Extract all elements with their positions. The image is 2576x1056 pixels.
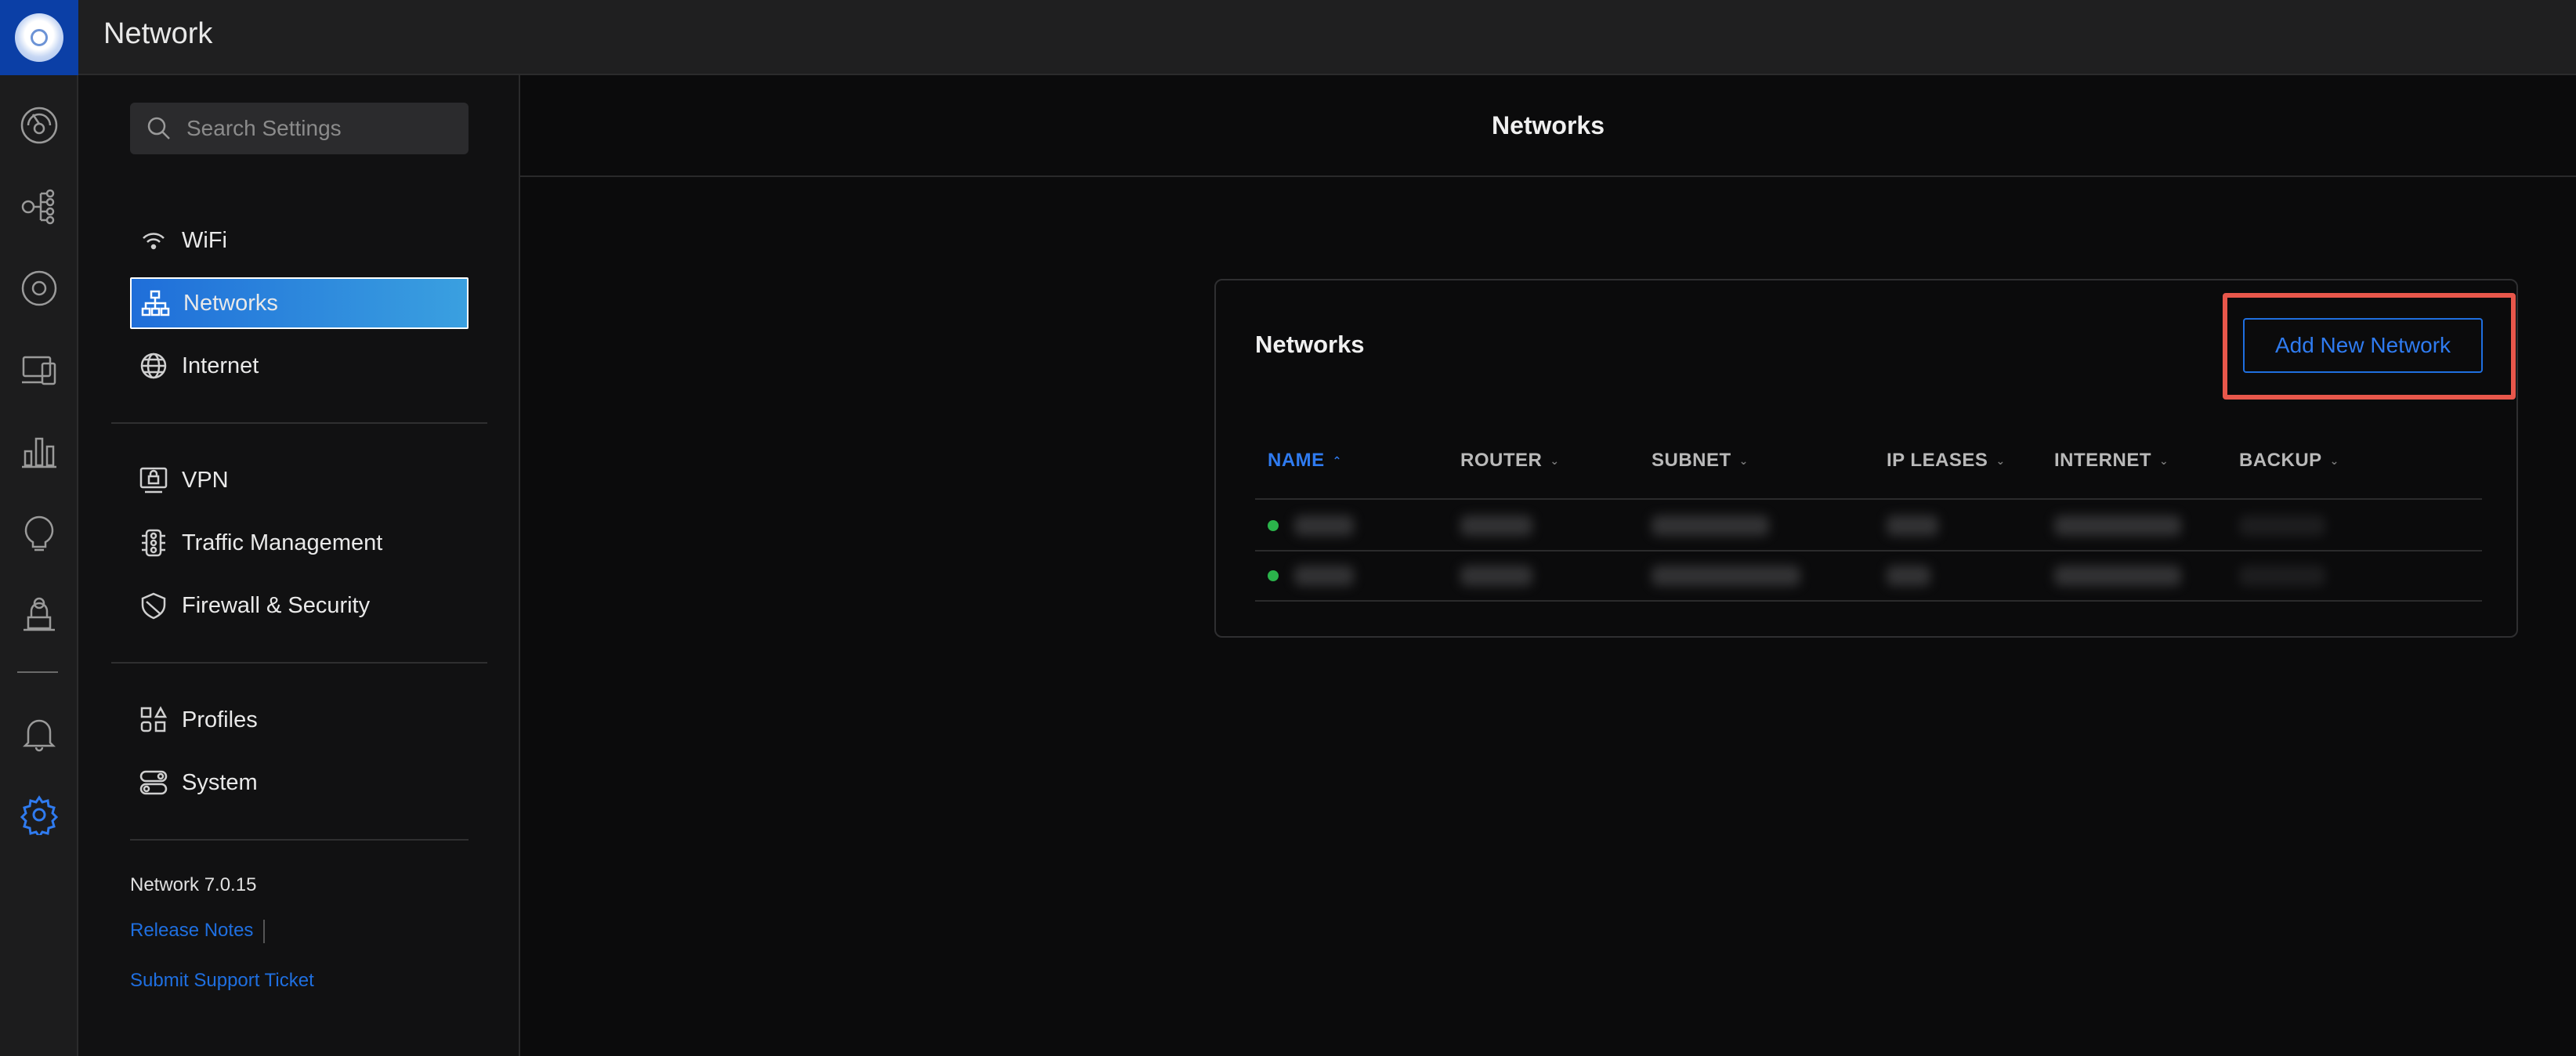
- column-header-label: NAME: [1268, 450, 1325, 471]
- search-icon: [147, 117, 170, 139]
- sidebar-item-internet[interactable]: Internet: [130, 340, 469, 392]
- redacted-name: [1294, 515, 1354, 536]
- table-divider: [1255, 600, 2482, 602]
- statistics-icon[interactable]: [17, 429, 61, 473]
- client-devices-icon[interactable]: [17, 348, 61, 392]
- column-header-label: SUBNET: [1652, 450, 1731, 471]
- sidebar-item-wifi[interactable]: WiFi: [130, 215, 469, 266]
- dashboard-icon[interactable]: [17, 103, 61, 147]
- shield-icon: [138, 590, 169, 621]
- insights-icon[interactable]: [17, 511, 61, 555]
- search-box[interactable]: [130, 103, 469, 154]
- sidebar-divider: [130, 839, 469, 841]
- redacted-ip-leases: [1887, 515, 1938, 536]
- redacted-name: [1294, 566, 1354, 586]
- sort-caret-icon: ⌄: [2329, 454, 2339, 467]
- redacted-ip-leases: [1887, 566, 1930, 586]
- column-header-router[interactable]: ROUTER ⌄: [1460, 450, 1560, 472]
- sidebar-item-label: Traffic Management: [182, 530, 383, 555]
- add-new-network-button[interactable]: Add New Network: [2243, 318, 2483, 373]
- network-tree-icon: [139, 288, 171, 319]
- app-title: Network: [103, 17, 213, 50]
- admin-icon[interactable]: [17, 592, 61, 636]
- sidebar-item-label: System: [182, 769, 258, 795]
- column-header-subnet[interactable]: SUBNET ⌄: [1652, 450, 1749, 472]
- column-header-label: BACKUP: [2239, 450, 2322, 471]
- settings-sidebar: WiFi Networks Internet VPN Traffic Manag…: [78, 75, 520, 1056]
- settings-icon[interactable]: [17, 793, 61, 837]
- system-icon: [138, 767, 169, 798]
- redacted-router: [1460, 515, 1532, 536]
- sidebar-item-profiles[interactable]: Profiles: [130, 694, 469, 746]
- icon-rail: [0, 75, 78, 1056]
- globe-icon: [138, 350, 169, 382]
- sidebar-item-label: WiFi: [182, 227, 227, 253]
- column-header-backup[interactable]: BACKUP ⌄: [2239, 450, 2339, 472]
- redacted-internet: [2054, 566, 2181, 586]
- status-online-icon: [1268, 520, 1279, 531]
- app-version: Network 7.0.15: [130, 874, 257, 895]
- column-header-label: ROUTER: [1460, 450, 1543, 471]
- main-header: Networks: [520, 75, 2576, 177]
- sidebar-item-system[interactable]: System: [130, 757, 469, 808]
- status-online-icon: [1268, 570, 1279, 581]
- column-header-internet[interactable]: INTERNET ⌄: [2054, 450, 2169, 472]
- redacted-internet: [2054, 515, 2181, 536]
- sidebar-item-networks[interactable]: Networks: [130, 277, 469, 329]
- column-header-label: IP LEASES: [1887, 450, 1988, 471]
- sidebar-divider: [111, 662, 487, 664]
- card-title: Networks: [1255, 331, 1365, 358]
- sidebar-item-firewall-security[interactable]: Firewall & Security: [130, 580, 469, 631]
- column-header-name[interactable]: NAME ⌃: [1268, 450, 1342, 472]
- logo-icon: [15, 13, 63, 62]
- sidebar-item-label: VPN: [182, 467, 229, 493]
- sidebar-item-vpn[interactable]: VPN: [130, 454, 469, 506]
- rail-divider: [17, 671, 58, 673]
- table-divider: [1255, 498, 2482, 500]
- redacted-backup: [2239, 515, 2325, 536]
- search-input[interactable]: [185, 115, 454, 142]
- devices-icon[interactable]: [17, 266, 61, 310]
- column-header-label: INTERNET: [2054, 450, 2151, 471]
- redacted-subnet: [1652, 515, 1769, 536]
- profiles-icon: [138, 704, 169, 736]
- sidebar-item-traffic-management[interactable]: Traffic Management: [130, 517, 469, 569]
- redacted-backup: [2239, 566, 2325, 586]
- link-divider: [263, 920, 265, 943]
- table-row[interactable]: [1255, 552, 2482, 600]
- support-ticket-link[interactable]: Submit Support Ticket: [130, 970, 314, 992]
- release-notes-link[interactable]: Release Notes: [130, 920, 253, 942]
- redacted-router: [1460, 566, 1532, 586]
- top-bar: Network: [0, 0, 2576, 75]
- sidebar-item-label: Internet: [182, 353, 259, 378]
- sidebar-item-label: Networks: [183, 290, 278, 316]
- sort-caret-icon: ⌄: [1995, 454, 2006, 467]
- unifi-logo[interactable]: [0, 0, 78, 75]
- topology-icon[interactable]: [17, 185, 61, 229]
- traffic-icon: [138, 527, 169, 559]
- sidebar-divider: [111, 422, 487, 424]
- column-header-ip-leases[interactable]: IP LEASES ⌄: [1887, 450, 2006, 472]
- networks-card: Networks Add New Network NAME ⌃ ROUTER ⌄ S…: [1214, 279, 2518, 638]
- notifications-icon[interactable]: [17, 711, 61, 755]
- sort-caret-icon: ⌄: [2159, 454, 2169, 467]
- sidebar-item-label: Firewall & Security: [182, 592, 371, 618]
- sort-caret-icon: ⌄: [1738, 454, 1749, 467]
- page-title: Networks: [1491, 110, 1605, 139]
- sort-caret-icon: ⌃: [1332, 454, 1342, 467]
- sidebar-item-label: Profiles: [182, 707, 258, 732]
- sort-caret-icon: ⌄: [1550, 454, 1560, 467]
- redacted-subnet: [1652, 566, 1800, 586]
- table-row[interactable]: [1255, 501, 2482, 550]
- wifi-icon: [138, 225, 169, 256]
- vpn-icon: [138, 465, 169, 496]
